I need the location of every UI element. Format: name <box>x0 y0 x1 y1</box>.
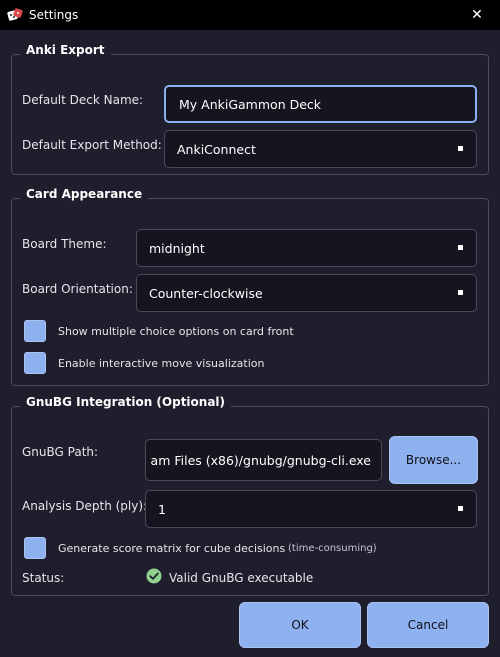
board-theme-select[interactable]: midnight <box>136 229 477 267</box>
export-method-value: AnkiConnect <box>177 141 256 157</box>
board-theme-value: midnight <box>149 240 205 256</box>
board-theme-label: Board Theme: <box>22 237 107 251</box>
multiple-choice-checkbox[interactable] <box>24 320 46 342</box>
analysis-depth-select[interactable]: 1 <box>145 490 477 528</box>
analysis-depth-label: Analysis Depth (ply): <box>22 499 148 513</box>
gnubg-path-label: GnuBG Path: <box>22 445 99 459</box>
deck-name-input[interactable]: My AnkiGammon Deck <box>164 85 477 123</box>
close-button[interactable]: ✕ <box>454 0 500 30</box>
close-icon: ✕ <box>471 7 483 23</box>
gnubg-title: GnuBG Integration (Optional) <box>20 395 232 409</box>
dropdown-arrow-icon <box>458 506 463 511</box>
deck-name-label: Default Deck Name: <box>22 93 144 107</box>
deck-name-value: My AnkiGammon Deck <box>179 96 322 112</box>
analysis-depth-value: 1 <box>158 501 166 517</box>
export-method-select[interactable]: AnkiConnect <box>164 130 477 168</box>
window-title: Settings <box>29 8 79 22</box>
browse-button-label: Browse... <box>405 453 462 467</box>
title-bar: Settings ✕ <box>0 0 500 30</box>
gnubg-path-value: am Files (x86)/gnubg/gnubg-cli.exe <box>150 452 371 468</box>
score-matrix-label[interactable]: Generate score matrix for cube decisions <box>58 542 285 555</box>
ok-button-label: OK <box>291 618 309 632</box>
board-orientation-label: Board Orientation: <box>22 282 133 296</box>
board-orientation-select[interactable]: Counter-clockwise <box>136 274 477 312</box>
ok-button[interactable]: OK <box>239 602 361 648</box>
status-label: Status: <box>22 571 65 585</box>
export-method-label: Default Export Method: <box>22 138 162 152</box>
check-circle-icon <box>146 568 162 584</box>
interactive-move-label[interactable]: Enable interactive move visualization <box>58 357 264 370</box>
dropdown-arrow-icon <box>458 146 463 151</box>
cancel-button-label: Cancel <box>407 618 449 632</box>
board-orientation-value: Counter-clockwise <box>149 285 263 301</box>
dice-icon <box>7 8 23 21</box>
gnubg-path-input[interactable]: am Files (x86)/gnubg/gnubg-cli.exe <box>145 439 382 481</box>
score-matrix-hint: (time-consuming) <box>288 543 377 554</box>
card-appearance-title: Card Appearance <box>20 187 149 201</box>
status-value: Valid GnuBG executable <box>169 571 314 585</box>
dropdown-arrow-icon <box>458 290 463 295</box>
dropdown-arrow-icon <box>458 245 463 250</box>
cancel-button[interactable]: Cancel <box>367 602 489 648</box>
score-matrix-checkbox[interactable] <box>24 537 46 559</box>
anki-export-title: Anki Export <box>20 43 111 57</box>
multiple-choice-label[interactable]: Show multiple choice options on card fro… <box>58 325 294 338</box>
interactive-move-checkbox[interactable] <box>24 352 46 374</box>
browse-button[interactable]: Browse... <box>389 436 478 484</box>
